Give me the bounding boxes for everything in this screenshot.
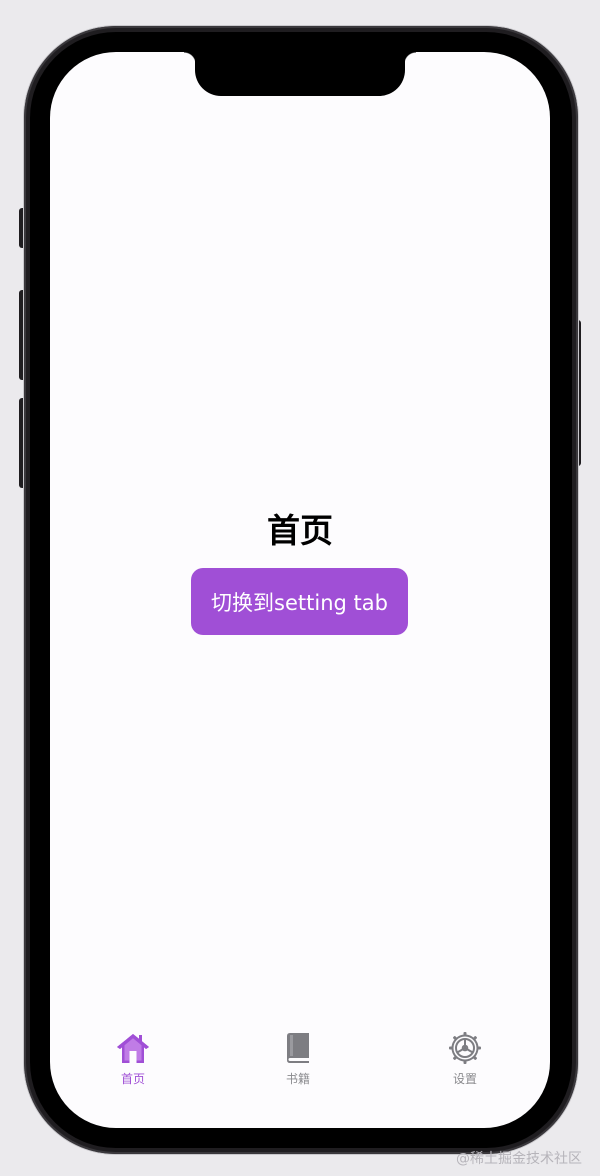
- tab-books[interactable]: 书籍: [248, 1030, 348, 1090]
- home-icon: [117, 1034, 149, 1063]
- gear-icon: [449, 1032, 481, 1064]
- tab-settings-label: 设置: [452, 1072, 477, 1086]
- phone-screen: 首页 切换到setting tab 首页 书籍 设置: [50, 52, 550, 1128]
- tab-books-label: 书籍: [285, 1072, 310, 1086]
- page-title: 首页: [267, 511, 333, 550]
- bottom-tab-bar: 首页 书籍 设置: [50, 1030, 550, 1090]
- tab-home[interactable]: 首页: [83, 1030, 183, 1090]
- tab-settings[interactable]: 设置: [415, 1030, 515, 1090]
- tab-home-label: 首页: [120, 1072, 145, 1086]
- switch-to-setting-tab-button[interactable]: 切换到setting tab: [191, 568, 408, 635]
- book-icon: [287, 1033, 309, 1063]
- device-stage: 首页 切换到setting tab 首页 书籍 设置 @稀土掘金技术社区: [0, 0, 600, 1176]
- watermark: @稀土掘金技术社区: [456, 1151, 582, 1167]
- notch: [184, 52, 416, 96]
